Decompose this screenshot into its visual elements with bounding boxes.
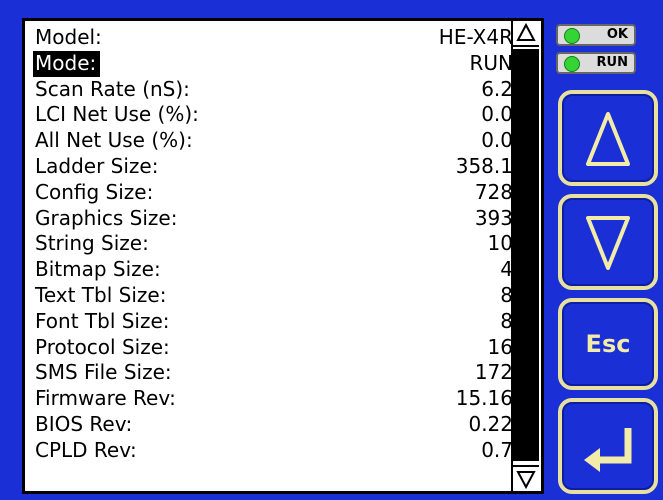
scrollbar[interactable] — [511, 21, 541, 491]
up-triangle-icon — [516, 22, 536, 41]
info-row-cpld-rev[interactable]: CPLD Rev: 0.7 — [33, 438, 513, 464]
scroll-track[interactable] — [513, 49, 539, 461]
info-row-ladder-size[interactable]: Ladder Size: 358.1 — [33, 154, 513, 180]
up-key[interactable] — [558, 90, 658, 186]
info-row-firmware-rev[interactable]: Firmware Rev: 15.16 — [33, 386, 513, 412]
run-led-icon — [564, 56, 580, 72]
run-status-indicator: RUN — [556, 52, 636, 74]
info-value: 393 — [474, 205, 513, 230]
info-value: 0.22 — [468, 411, 513, 436]
info-label: Bitmap Size: — [35, 257, 161, 282]
info-row-config-size[interactable]: Config Size: 728 — [33, 180, 513, 206]
info-value: 10 — [487, 231, 513, 256]
escape-key[interactable]: Esc — [558, 298, 658, 390]
ok-status-indicator: OK — [556, 24, 636, 46]
info-label: Ladder Size: — [35, 153, 159, 178]
info-label: Firmware Rev: — [35, 386, 176, 411]
info-row-sms-file-size[interactable]: SMS File Size: 172 — [33, 360, 513, 386]
down-triangle-icon — [516, 471, 536, 490]
system-info-panel: Model: HE-X4R Mode: RUN Scan Rate (nS): … — [22, 18, 544, 494]
info-label: Config Size: — [35, 179, 154, 204]
info-label: String Size: — [35, 231, 149, 256]
info-value: 0.0 — [481, 128, 513, 153]
info-label: All Net Use (%): — [35, 128, 193, 153]
scroll-down-button[interactable] — [513, 465, 539, 491]
info-label: Font Tbl Size: — [35, 308, 170, 333]
info-row-lci-net-use[interactable]: LCI Net Use (%): 0.0 — [33, 102, 513, 128]
info-row-all-net-use[interactable]: All Net Use (%): 0.0 — [33, 128, 513, 154]
esc-label: Esc — [585, 330, 631, 358]
info-label: BIOS Rev: — [35, 411, 133, 436]
info-row-model[interactable]: Model: HE-X4R — [33, 25, 513, 51]
enter-key[interactable] — [558, 398, 658, 494]
info-value: HE-X4R — [438, 25, 513, 49]
info-row-protocol-size[interactable]: Protocol Size: 16 — [33, 335, 513, 361]
info-row-scan-rate[interactable]: Scan Rate (nS): 6.2 — [33, 77, 513, 103]
system-info-list: Model: HE-X4R Mode: RUN Scan Rate (nS): … — [33, 25, 513, 464]
info-value: 172 — [474, 360, 513, 385]
info-row-bios-rev[interactable]: BIOS Rev: 0.22 — [33, 412, 513, 438]
info-label: Model: — [35, 25, 102, 49]
info-row-text-tbl-size[interactable]: Text Tbl Size: 8 — [33, 283, 513, 309]
device-bezel: Model: HE-X4R Mode: RUN Scan Rate (nS): … — [0, 0, 663, 500]
info-label: Graphics Size: — [35, 205, 178, 230]
ok-led-icon — [564, 28, 580, 44]
enter-arrow-icon — [584, 428, 632, 472]
info-label: Text Tbl Size: — [35, 282, 167, 307]
info-value: 358.1 — [455, 153, 513, 178]
info-row-bitmap-size[interactable]: Bitmap Size: 4 — [33, 257, 513, 283]
info-row-mode[interactable]: Mode: RUN — [33, 50, 514, 77]
info-value: 6.2 — [481, 76, 513, 101]
info-value: 0.7 — [481, 437, 513, 462]
down-arrow-icon — [586, 216, 630, 270]
info-value: RUN — [469, 50, 514, 75]
info-value: 15.16 — [455, 386, 513, 411]
info-label: Protocol Size: — [35, 334, 170, 359]
ok-label: OK — [606, 27, 628, 42]
info-value: 16 — [487, 334, 513, 359]
info-label: CPLD Rev: — [35, 437, 137, 462]
info-value: 728 — [474, 179, 513, 204]
info-label-selected: Mode: — [33, 50, 101, 77]
run-label: RUN — [596, 55, 628, 70]
info-label: LCI Net Use (%): — [35, 102, 199, 127]
info-label: Scan Rate (nS): — [35, 76, 190, 101]
info-row-graphics-size[interactable]: Graphics Size: 393 — [33, 206, 513, 232]
info-value: 0.0 — [481, 102, 513, 127]
up-arrow-icon — [586, 112, 630, 166]
info-row-font-tbl-size[interactable]: Font Tbl Size: 8 — [33, 309, 513, 335]
info-row-string-size[interactable]: String Size: 10 — [33, 231, 513, 257]
down-key[interactable] — [558, 194, 658, 290]
scroll-up-button[interactable] — [513, 21, 539, 47]
info-label: SMS File Size: — [35, 360, 172, 385]
